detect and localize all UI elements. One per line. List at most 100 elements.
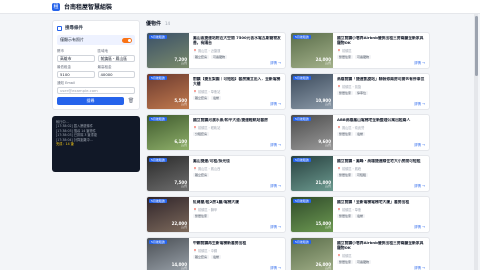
listing-photo[interactable]: 5月後租賃 14,000 元/月: [147, 238, 189, 270]
listing-location: 📍 前鎮區・草衙站: [193, 89, 221, 94]
email-label: 通知 Email: [57, 81, 75, 85]
listing-price-unit: 元/月: [324, 62, 331, 65]
rent-max-label: 最高租金: [97, 65, 112, 69]
listing-title[interactable]: 國立前鎮「全新電梯電梯宅大廈」套房出租: [337, 200, 425, 205]
listing-photo[interactable]: 5月後租賃 7,500 元/月: [147, 156, 189, 191]
search-button[interactable]: 搜尋: [57, 97, 124, 105]
sidebar: 搜尋條件 僅顯示有照片 縣市 高雄市 區域地 前鎮區・鳳山區 最低租金 5100…: [52, 20, 140, 270]
listing-tags: 整層住家 可養寵物: [337, 54, 425, 59]
listing-price-unit: 元/月: [180, 144, 187, 147]
listing-title[interactable]: 前鎮【捷五梨園｜可短租】套房獨立出入．全新電梯大樓: [193, 77, 281, 87]
listing-photo[interactable]: 5月後租賃 21,000 元/月: [291, 156, 333, 191]
listing-badge: 5月後租賃: [149, 199, 167, 203]
email-input[interactable]: user@example.com: [57, 87, 135, 94]
listing-detail-link[interactable]: 詳情 →: [414, 183, 425, 188]
listing-tag: 可養寵物: [355, 259, 372, 264]
photo-only-label: 僅顯示有照片: [60, 37, 84, 42]
listing-price-unit: 元/月: [324, 103, 331, 106]
listing-detail-link[interactable]: 詳情 →: [270, 60, 281, 65]
listing-title[interactable]: 國立前鎮・鳳峰・高雄捷運線住宅大小房間可短租: [337, 159, 425, 164]
rent-min-label: 最低租金: [57, 65, 71, 69]
listing-location: 📍 前鎮區: [337, 48, 352, 53]
listing-title[interactable]: 中鋼前鎮再生新電梯新套房出租: [193, 241, 281, 246]
listing-price: 7,500 元/月: [174, 181, 187, 189]
listing-badge: 5月後租賃: [293, 240, 311, 244]
listing-detail-link[interactable]: 詳情 →: [414, 224, 425, 229]
listing-location-text: 前鎮區・輕軌站: [197, 125, 221, 130]
listing-card[interactable]: 5月後租賃 14,000 元/月 中鋼前鎮再生新電梯新套房出租 📍 前鎮區・中鋼…: [146, 237, 286, 270]
district-label: 區域地: [97, 49, 109, 53]
listing-title[interactable]: 紅磚屋/租2房1廳/電梯大廈: [193, 200, 281, 205]
listing-card[interactable]: 5月後租賃 24,000 元/月 國立前鎮小巷弄Airbnb優質出租三房兩廳全新…: [290, 32, 430, 69]
photo-only-toggle[interactable]: [122, 37, 132, 43]
listing-title[interactable]: 國立前鎮小巷弄Airbnb優質出租三房兩廳全新家具寵物OK: [337, 36, 425, 46]
listing-badge: 5月後租賃: [149, 35, 167, 39]
scrollbar-thumb[interactable]: [474, 16, 478, 76]
listing-detail-link[interactable]: 詳情 →: [270, 224, 281, 229]
listing-card[interactable]: 5月後租賃 10,900 元/月 高雄前鎮「捷運凱旋站」精裝修兩房可開伙有停車位…: [290, 73, 430, 110]
listing-detail-link[interactable]: 詳情 →: [270, 101, 281, 106]
listing-card[interactable]: 5月後租賃 22,000 元/月 紅磚屋/租2房1廳/電梯大廈 📍 前鎮區・獅甲…: [146, 196, 286, 233]
listing-photo[interactable]: 5月後租賃 26,000 元/月: [291, 238, 333, 270]
listing-photo[interactable]: 5月後租賃 9,600 元/月: [291, 115, 333, 150]
listing-tags: 分租套房: [193, 131, 281, 136]
listing-tag: 電梯: [355, 131, 366, 136]
listing-card[interactable]: 5月後租賃 5,500 元/月 前鎮【捷五梨園｜可短租】套房獨立出入．全新電梯大…: [146, 73, 286, 110]
listing-photo[interactable]: 5月後租賃 24,000 元/月: [291, 33, 333, 68]
listing-price: 24,000 元/月: [316, 58, 331, 66]
listing-photo[interactable]: 5月後租賃 7,200 元/月: [147, 33, 189, 68]
listing-card[interactable]: 5月後租賃 26,000 元/月 國立前鎮小巷弄Airbnb優質出租三房兩廳全新…: [290, 237, 430, 270]
listing-info: 前鎮【捷五梨園｜可短租】套房獨立出入．全新電梯大樓 📍 前鎮區・草衙站 獨立套房…: [189, 74, 285, 109]
listing-location: 📍 鳳山區・鳳山西: [193, 166, 221, 171]
listing-detail-link[interactable]: 詳情 →: [270, 142, 281, 147]
listing-location-text: 前鎮區・凱旋: [341, 84, 362, 89]
listing-badge: 5月後租賃: [293, 158, 311, 162]
listing-info: 國立前鎮「全新電梯電梯宅大廈」套房出租 📍 前鎮區・草衙 整層住家 電梯 詳情 →: [333, 197, 429, 232]
city-select[interactable]: 高雄市: [57, 55, 95, 62]
district-select[interactable]: 前鎮區・鳳山區: [97, 55, 135, 62]
rent-min-input[interactable]: 5100: [57, 71, 95, 78]
listing-tag: 整層住家: [193, 213, 210, 218]
listing-tag: 整層住家: [337, 213, 354, 218]
listing-price: 15,000 元/月: [316, 222, 331, 230]
listing-detail-link[interactable]: 詳情 →: [414, 101, 425, 106]
listing-info: 鳳山捷運/可租/採光佳 📍 鳳山區・鳳山西 獨立套房 詳情 →: [189, 156, 285, 191]
listing-title[interactable]: 鳳山區捷運站附近大空間 7500元含水電瓦斯寵物友善，有陽台: [193, 36, 281, 46]
listing-title[interactable]: 高雄前鎮「捷運凱旋站」精裝修兩房可開伙有停車位: [337, 77, 425, 82]
trash-icon[interactable]: 🗑: [127, 97, 135, 105]
listing-card[interactable]: 5月後租賃 7,500 元/月 鳳山捷運/可租/採光佳 📍 鳳山區・鳳山西 獨立…: [146, 155, 286, 192]
listing-photo[interactable]: 5月後租賃 6,100 元/月: [147, 115, 189, 150]
listing-price: 21,000 元/月: [316, 181, 331, 189]
listing-title[interactable]: ABB高雄鳳山電梯宅全新整理公寓出租兩人: [337, 118, 425, 123]
listing-title[interactable]: 國立前鎮河濱水景/和平大道/捷運輕軌站套房: [193, 118, 281, 123]
listing-detail-link[interactable]: 詳情 →: [270, 183, 281, 188]
listing-badge: 5月後租賃: [149, 76, 167, 80]
listing-card[interactable]: 5月後租賃 9,600 元/月 ABB高雄鳳山電梯宅全新整理公寓出租兩人 📍 鳳…: [290, 114, 430, 151]
listing-title[interactable]: 國立前鎮小巷弄Airbnb優質出租三房兩廳全新家具寵物OK: [337, 241, 425, 251]
city-label: 縣市: [57, 49, 64, 53]
listing-detail-link[interactable]: 詳情 →: [414, 142, 425, 147]
listing-info: 國立前鎮河濱水景/和平大道/捷運輕軌站套房 📍 前鎮區・輕軌站 分租套房 詳情 …: [189, 115, 285, 150]
listing-price: 9,600 元/月: [318, 140, 331, 148]
listing-photo[interactable]: 5月後租賃 10,900 元/月: [291, 74, 333, 109]
listing-detail-link[interactable]: 詳情 →: [414, 60, 425, 65]
listing-detail-link[interactable]: 詳情 →: [414, 265, 425, 270]
listing-photo[interactable]: 5月後租賃 22,000 元/月: [147, 197, 189, 232]
page-scrollbar[interactable]: [474, 14, 478, 270]
listing-tag: 可養寵物: [355, 54, 372, 59]
rent-max-input[interactable]: 40000: [97, 71, 135, 78]
listing-card[interactable]: 5月後租賃 21,000 元/月 國立前鎮・鳳峰・高雄捷運線住宅大小房間可短租 …: [290, 155, 430, 192]
listing-card[interactable]: 5月後租賃 6,100 元/月 國立前鎮河濱水景/和平大道/捷運輕軌站套房 📍 …: [146, 114, 286, 151]
listing-tags: 整層住家 可短租: [337, 172, 425, 177]
listing-card[interactable]: 5月後租賃 15,000 元/月 國立前鎮「全新電梯電梯宅大廈」套房出租 📍 前…: [290, 196, 430, 233]
listing-photo[interactable]: 5月後租賃 15,000 元/月: [291, 197, 333, 232]
listing-tag: 獨立套房: [193, 172, 210, 177]
listing-location-text: 前鎮區: [341, 48, 352, 53]
listing-detail-link[interactable]: 詳情 →: [270, 265, 281, 270]
listing-card[interactable]: 5月後租賃 7,200 元/月 鳳山區捷運站附近大空間 7500元含水電瓦斯寵物…: [146, 32, 286, 69]
listing-photo[interactable]: 5月後租賃 5,500 元/月: [147, 74, 189, 109]
listing-tag: 電梯: [211, 254, 222, 259]
listing-location: 📍 前鎮區・中鋼: [193, 248, 218, 253]
listing-title[interactable]: 鳳山捷運/可租/採光佳: [193, 159, 281, 164]
listing-location-text: 鳳山區・近捷運: [197, 48, 221, 53]
